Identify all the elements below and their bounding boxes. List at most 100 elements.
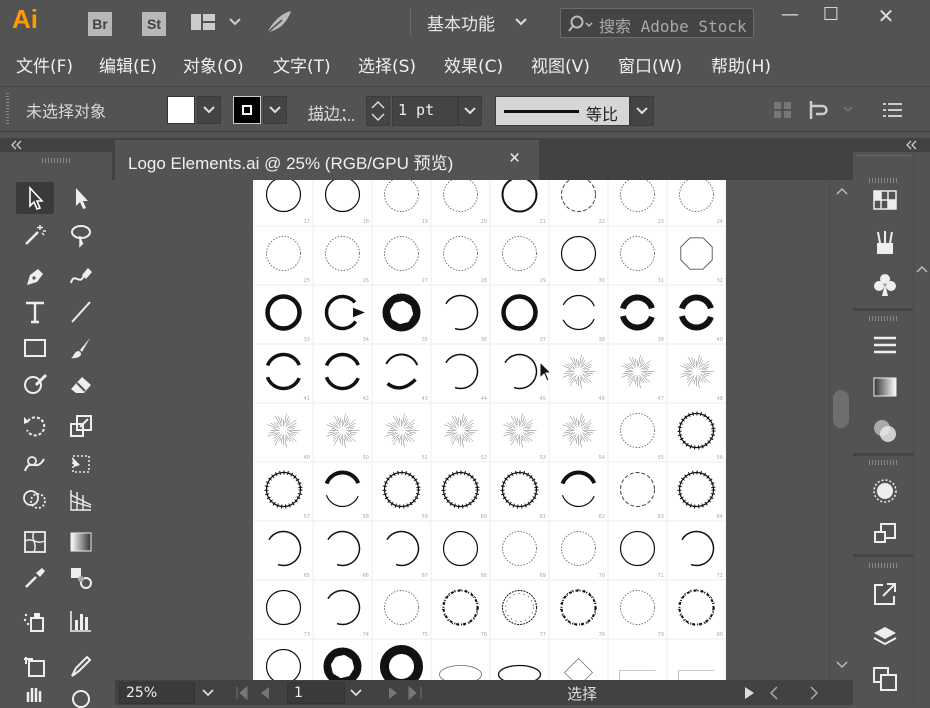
panel-grip[interactable]	[869, 563, 897, 568]
menu-window[interactable]: 窗口(W)	[618, 52, 682, 77]
logo-element[interactable]	[680, 473, 714, 507]
menu-edit[interactable]: 编辑(E)	[99, 52, 157, 77]
logo-element[interactable]	[621, 414, 655, 448]
logo-element[interactable]	[326, 180, 360, 212]
graphic-styles-panel-button[interactable]	[868, 517, 902, 551]
logo-element[interactable]	[503, 180, 537, 212]
logo-element[interactable]	[621, 591, 655, 625]
scroll-up-icon[interactable]	[916, 264, 928, 274]
menu-effect[interactable]: 效果(C)	[444, 52, 503, 77]
logo-element[interactable]	[268, 297, 300, 329]
fill-dropdown[interactable]	[197, 96, 221, 124]
logo-element[interactable]	[503, 237, 537, 271]
logo-element[interactable]	[328, 652, 358, 681]
logo-element[interactable]	[503, 473, 537, 507]
logo-element[interactable]	[267, 473, 301, 507]
logo-element[interactable]	[444, 532, 478, 566]
logo-element[interactable]	[446, 296, 478, 330]
logo-element[interactable]	[623, 297, 652, 327]
logo-element[interactable]	[681, 355, 714, 388]
stroke-dropdown[interactable]	[263, 96, 287, 124]
logo-element[interactable]	[621, 473, 655, 507]
stock-button[interactable]: St	[142, 12, 166, 36]
logo-element[interactable]	[444, 237, 478, 271]
scroll-down-icon[interactable]	[835, 660, 849, 670]
stroke-swatch[interactable]	[233, 96, 261, 124]
logo-element[interactable]	[387, 532, 419, 566]
menu-type[interactable]: 文字(T)	[273, 52, 331, 77]
logo-element[interactable]	[267, 355, 299, 389]
logo-element[interactable]	[679, 671, 715, 681]
logo-element[interactable]	[679, 590, 715, 626]
logo-element[interactable]	[267, 237, 301, 271]
menu-view[interactable]: 视图(V)	[531, 52, 590, 77]
eraser-tool[interactable]	[62, 368, 100, 400]
zoom-tool[interactable]	[62, 684, 100, 705]
dock-scrollbar[interactable]	[913, 152, 930, 705]
last-artboard-icon[interactable]	[383, 685, 427, 701]
logo-element[interactable]	[562, 180, 596, 212]
slice-tool[interactable]	[62, 650, 100, 682]
panel-grip[interactable]	[6, 93, 9, 125]
logo-element[interactable]	[682, 532, 714, 566]
logo-element[interactable]	[621, 532, 655, 566]
logo-element[interactable]	[622, 355, 655, 388]
menu-help[interactable]: 帮助(H)	[711, 52, 771, 77]
stroke-label[interactable]: 描边：	[308, 100, 356, 124]
logo-element[interactable]	[386, 414, 419, 447]
logo-element[interactable]	[327, 297, 364, 329]
perspective-grid-tool[interactable]	[62, 484, 100, 516]
close-button[interactable]: ✕	[870, 4, 902, 26]
workspace-switcher[interactable]: 基本功能	[427, 10, 495, 35]
logo-element[interactable]	[565, 659, 593, 681]
logo-element[interactable]	[446, 355, 478, 389]
document-tab[interactable]: Logo Elements.ai @ 25% (RGB/GPU 预览) ×	[115, 140, 539, 180]
warp-tool[interactable]	[16, 448, 54, 480]
status-nav-icons[interactable]	[743, 685, 833, 701]
hand-tool[interactable]	[16, 684, 54, 705]
export-panel-button[interactable]	[868, 577, 902, 611]
panel-grip[interactable]	[869, 460, 897, 465]
menu-file[interactable]: 文件(F)	[16, 52, 73, 77]
rectangle-tool[interactable]	[16, 332, 54, 364]
logo-element[interactable]	[563, 414, 596, 447]
arrange-documents-button[interactable]	[190, 12, 244, 34]
artboard-dropdown-icon[interactable]	[349, 688, 363, 698]
status-mode-text[interactable]: 选择	[567, 683, 597, 704]
blend-tool[interactable]	[62, 562, 100, 594]
logo-element[interactable]	[440, 666, 482, 681]
shape-builder-tool[interactable]	[16, 484, 54, 516]
symbol-sprayer-tool[interactable]	[16, 605, 54, 637]
eyedropper-tool[interactable]	[16, 562, 54, 594]
logo-element[interactable]	[443, 590, 479, 626]
collapse-icon[interactable]	[10, 140, 24, 150]
transparency-panel-button[interactable]	[868, 414, 902, 448]
stroke-weight-input[interactable]: 1 pt	[392, 96, 458, 126]
collapse-icon[interactable]	[905, 140, 919, 150]
logo-element[interactable]	[268, 414, 301, 447]
first-artboard-icon[interactable]	[235, 685, 275, 701]
logo-element[interactable]	[328, 532, 360, 566]
line-segment-tool[interactable]	[62, 296, 100, 328]
zoom-input[interactable]: 25%	[119, 682, 195, 704]
logo-element[interactable]	[562, 472, 594, 506]
stroke-weight-dropdown[interactable]	[458, 96, 482, 126]
mesh-tool[interactable]	[16, 526, 54, 558]
artboard[interactable]: 17 18 19 20 21 22 23 24 25 26 27 28 29 30 31 32 33 34 35 36…	[253, 180, 726, 680]
swatches-panel-button[interactable]	[868, 183, 902, 217]
curvature-tool[interactable]	[62, 260, 100, 292]
logo-element[interactable]	[267, 650, 301, 681]
vertical-scrollbar[interactable]	[829, 180, 853, 680]
stroke-panel-button[interactable]	[868, 328, 902, 362]
logo-element[interactable]	[682, 297, 711, 327]
logo-element[interactable]	[503, 591, 537, 625]
logo-element[interactable]	[326, 472, 358, 506]
logo-element[interactable]	[562, 532, 596, 566]
lasso-tool[interactable]	[62, 219, 100, 251]
selection-tool[interactable]	[16, 182, 54, 214]
logo-element[interactable]	[620, 671, 656, 681]
gradient-tool[interactable]	[62, 526, 100, 558]
fill-swatch[interactable]	[167, 96, 195, 124]
logo-element[interactable]	[444, 180, 478, 212]
logo-element[interactable]	[499, 666, 541, 681]
